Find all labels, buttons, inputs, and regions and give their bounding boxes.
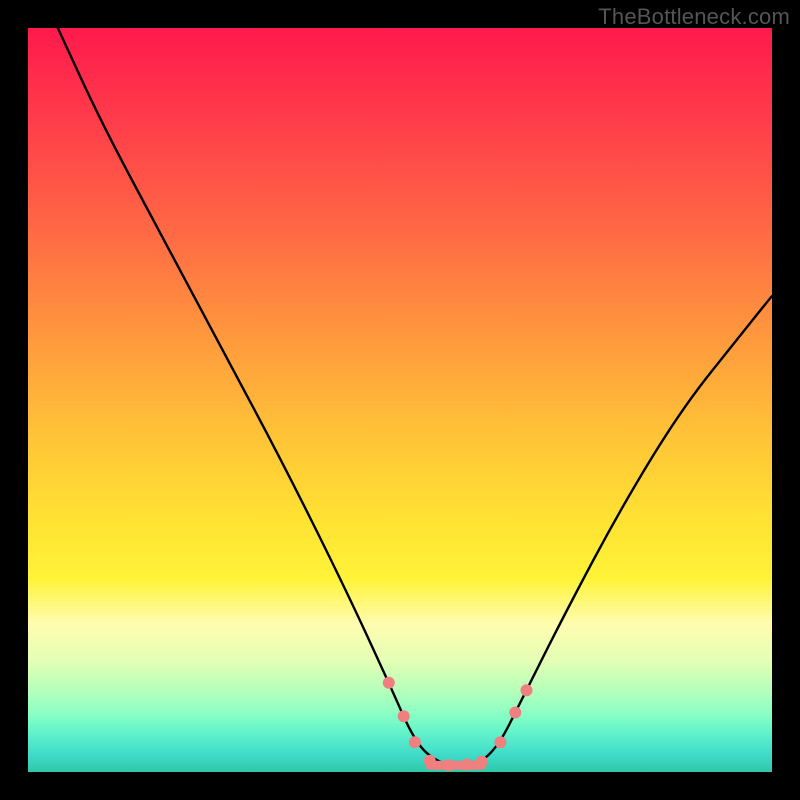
highlight-marker: [409, 736, 421, 748]
highlight-marker: [461, 759, 473, 771]
highlight-marker: [442, 759, 454, 771]
plot-area: [28, 28, 772, 772]
highlight-marker: [509, 707, 521, 719]
watermark-text: TheBottleneck.com: [598, 4, 790, 30]
chart-svg: [28, 28, 772, 772]
chart-frame: TheBottleneck.com: [0, 0, 800, 800]
highlight-marker: [494, 736, 506, 748]
highlight-marker: [398, 710, 410, 722]
bottleneck-curve: [58, 28, 772, 765]
highlight-marker: [383, 677, 395, 689]
highlight-marker: [424, 755, 436, 767]
highlight-marker: [476, 756, 488, 768]
highlight-marker: [521, 684, 533, 696]
